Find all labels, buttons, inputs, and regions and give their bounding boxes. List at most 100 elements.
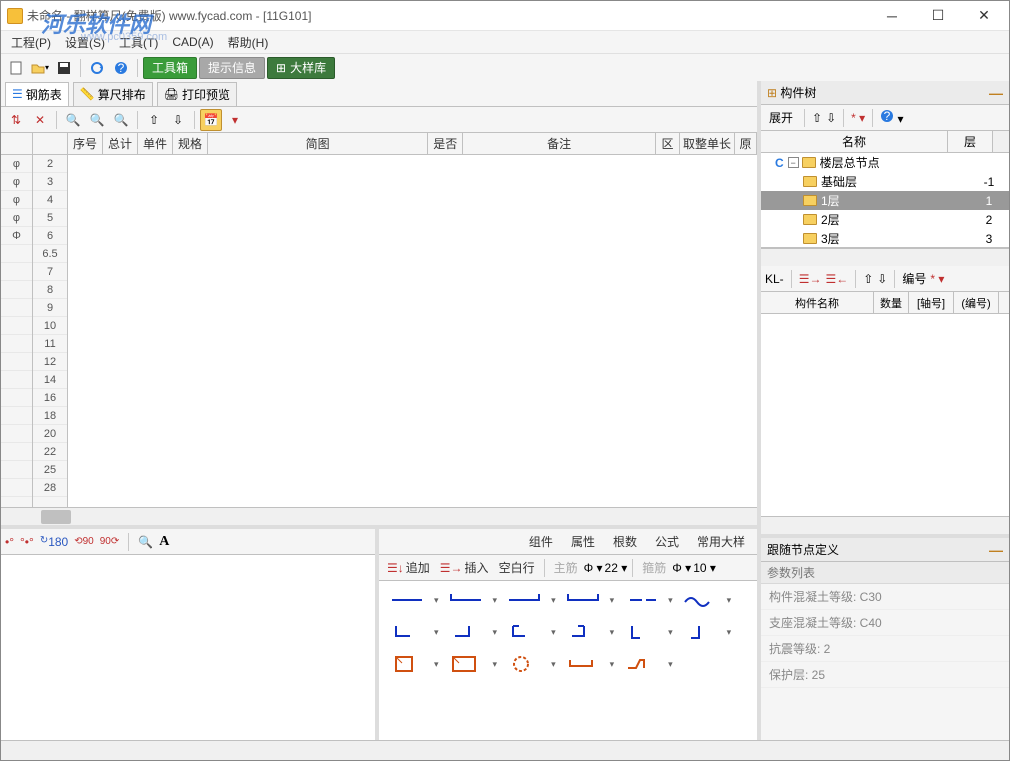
up-arrow-icon[interactable]: ⇧: [143, 109, 165, 131]
hint-button[interactable]: 提示信息: [199, 57, 265, 79]
up-icon[interactable]: ⇧: [812, 111, 822, 125]
shape-l2[interactable]: [678, 619, 722, 645]
kl-icon2[interactable]: ☰←: [825, 272, 848, 286]
col-floor[interactable]: 层: [948, 131, 993, 152]
tab-count[interactable]: 根数: [605, 529, 645, 554]
maximize-button[interactable]: ☐: [915, 2, 961, 30]
minimize-def-icon[interactable]: —: [989, 542, 1003, 558]
angle90r-icon[interactable]: 90⟳: [100, 536, 120, 547]
save-icon[interactable]: [53, 57, 75, 79]
search-icon[interactable]: 🔍: [138, 535, 153, 549]
text-icon[interactable]: A: [159, 534, 169, 550]
shape-rect2[interactable]: [444, 651, 488, 677]
refresh-icon[interactable]: [86, 57, 108, 79]
floor-tree[interactable]: C−楼层总节点基础层-11层12层23层3: [761, 153, 1009, 248]
kl-star-dropdown[interactable]: * ▾: [930, 272, 944, 286]
tab-component[interactable]: 组件: [521, 529, 561, 554]
hoop-value[interactable]: 10 ▾: [693, 561, 716, 575]
main-value[interactable]: 22 ▾: [605, 561, 628, 575]
col-num[interactable]: 序号: [68, 133, 103, 154]
kl-up-icon[interactable]: ⇧: [863, 272, 873, 286]
kcol-qty[interactable]: 数量: [874, 292, 909, 313]
expand-button[interactable]: 展开: [765, 109, 797, 126]
close-button[interactable]: ✕: [961, 2, 1007, 30]
shape-hookr[interactable]: [502, 587, 546, 613]
tab-ruler[interactable]: 📏算尺排布: [73, 82, 153, 106]
shape-corner2[interactable]: [444, 619, 488, 645]
tree-item[interactable]: 1层1: [761, 191, 1009, 210]
shape-wave[interactable]: [678, 587, 722, 613]
col-unit[interactable]: 单件: [138, 133, 173, 154]
angle90l-icon[interactable]: ⟲90: [74, 536, 94, 547]
col-name[interactable]: 名称: [761, 131, 948, 152]
zoom-fit-icon[interactable]: 🔍: [62, 109, 84, 131]
insert-button[interactable]: ☰→插入: [436, 557, 493, 578]
col-note[interactable]: 备注: [463, 133, 656, 154]
tab-print[interactable]: 🖨打印预览: [157, 82, 237, 106]
col-total[interactable]: 总计: [103, 133, 138, 154]
menu-file[interactable]: 工程(P): [5, 32, 57, 53]
component-list[interactable]: [761, 314, 1009, 516]
kcol-code[interactable]: (编号): [954, 292, 999, 313]
shape-hook3[interactable]: [561, 651, 605, 677]
kl-icon1[interactable]: ☰→: [799, 272, 822, 286]
shape-u[interactable]: [561, 587, 605, 613]
blank-button[interactable]: 空白行: [495, 557, 539, 578]
dots-icon[interactable]: °•°: [20, 535, 34, 549]
col-round[interactable]: 取整单长: [680, 133, 735, 154]
menu-cad[interactable]: CAD(A): [166, 33, 219, 51]
menu-settings[interactable]: 设置(S): [59, 32, 111, 53]
zoom-in-icon[interactable]: 🔍: [86, 109, 108, 131]
tab-rebar[interactable]: ☰钢筋表: [5, 82, 69, 106]
toolbox-button[interactable]: 工具箱: [143, 57, 197, 79]
kl-down-icon[interactable]: ⇩: [877, 272, 887, 286]
kcol-axis[interactable]: [轴号]: [909, 292, 954, 313]
comp-hscroll[interactable]: [761, 516, 1009, 534]
shape-halfbox1[interactable]: [502, 619, 546, 645]
sort-icon[interactable]: ⇅: [5, 109, 27, 131]
shape-dash[interactable]: [619, 587, 663, 613]
open-icon[interactable]: ▾: [29, 57, 51, 79]
shape-hookl[interactable]: [444, 587, 488, 613]
append-button[interactable]: ☰↓追加: [383, 557, 434, 578]
h-scrollbar[interactable]: [1, 507, 757, 525]
param-list[interactable]: 构件混凝土等级: C30 支座混凝土等级: C40 抗震等级: 2 保护层: 2…: [761, 584, 1009, 740]
shape-halfbox2[interactable]: [561, 619, 605, 645]
kcol-name[interactable]: 构件名称: [761, 292, 874, 313]
star-dropdown[interactable]: * ▾: [851, 111, 865, 125]
detail-lib-button[interactable]: ⊞大样库: [267, 57, 335, 79]
minimize-panel-icon[interactable]: —: [989, 85, 1003, 101]
tab-property[interactable]: 属性: [563, 529, 603, 554]
calendar-icon[interactable]: 📅: [200, 109, 222, 131]
menu-help[interactable]: 帮助(H): [222, 32, 275, 53]
shape-line[interactable]: [385, 587, 429, 613]
col-yn[interactable]: 是否: [428, 133, 463, 154]
shape-zig[interactable]: [619, 651, 663, 677]
col-zone[interactable]: 区: [656, 133, 680, 154]
menu-tools[interactable]: 工具(T): [113, 32, 164, 53]
help-icon[interactable]: ?: [110, 57, 132, 79]
shape-rect[interactable]: [385, 651, 429, 677]
preview-canvas[interactable]: [1, 555, 375, 740]
tab-formula[interactable]: 公式: [647, 529, 687, 554]
shape-corner1[interactable]: [385, 619, 429, 645]
down-icon[interactable]: ⇩: [826, 111, 836, 125]
shape-l1[interactable]: [619, 619, 663, 645]
tree-item[interactable]: 3层3: [761, 229, 1009, 248]
col-spec[interactable]: 规格: [173, 133, 208, 154]
dot-icon[interactable]: •°: [5, 535, 14, 549]
down-arrow-icon[interactable]: ⇩: [167, 109, 189, 131]
grid-area[interactable]: φφφφΦ 234566.578910111214161820222528: [1, 155, 757, 507]
angle180-icon[interactable]: ↻180: [40, 535, 68, 549]
dropdown-icon[interactable]: ▾: [224, 109, 246, 131]
zoom-out-icon[interactable]: 🔍: [110, 109, 132, 131]
minimize-button[interactable]: ─: [869, 2, 915, 30]
diameter-icon[interactable]: Φ ▾: [584, 561, 603, 575]
tree-hscroll[interactable]: [761, 248, 1009, 266]
diameter2-icon[interactable]: Φ ▾: [672, 561, 691, 575]
tree-item[interactable]: 基础层-1: [761, 172, 1009, 191]
grid-body[interactable]: [68, 155, 757, 507]
col-orig[interactable]: 原: [735, 133, 757, 154]
tree-item[interactable]: 2层2: [761, 210, 1009, 229]
new-icon[interactable]: [5, 57, 27, 79]
